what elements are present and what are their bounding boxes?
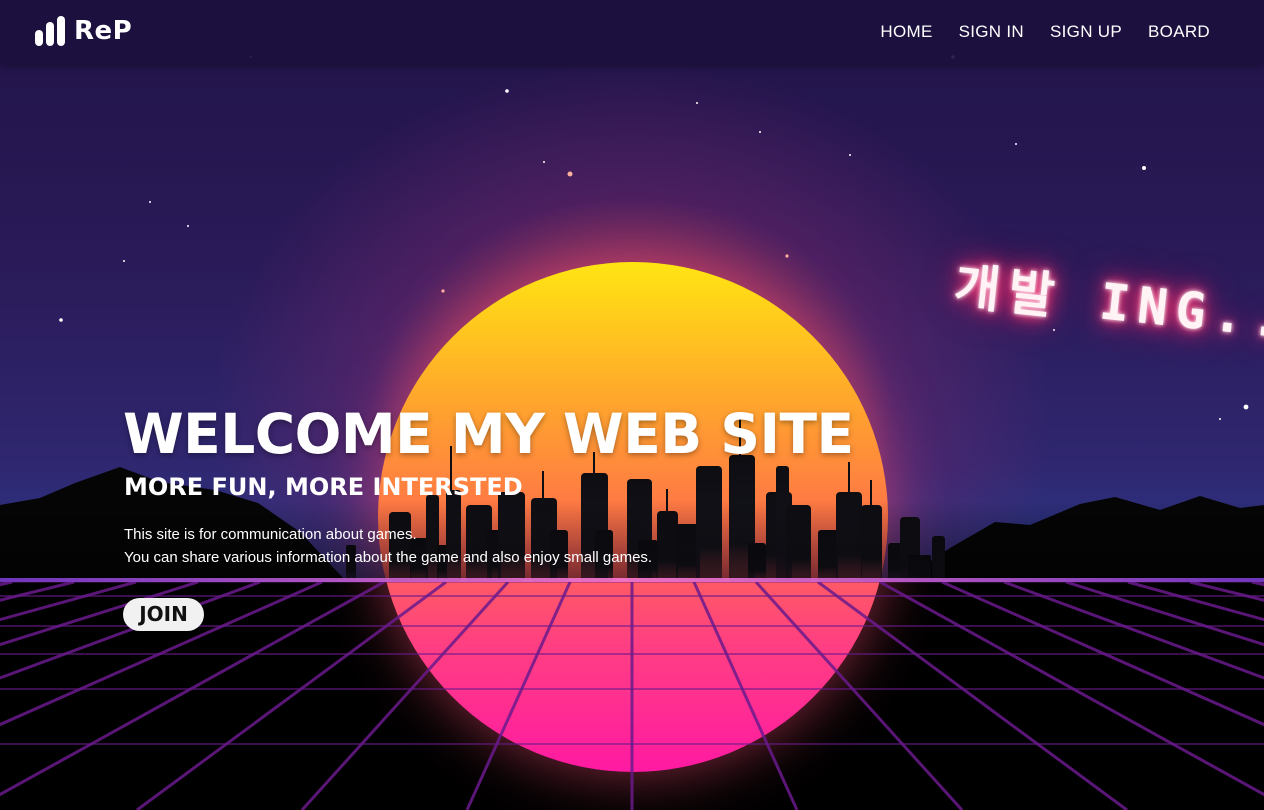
hero-subtitle: MORE FUN, MORE INTERSTED <box>124 473 523 501</box>
nav-board-link[interactable]: BOARD <box>1148 22 1210 42</box>
hero-description-line-1: This site is for communication about gam… <box>124 526 417 543</box>
nav-sign-in-link[interactable]: SIGN IN <box>959 22 1024 42</box>
hero-title: WELCOME MY WEB SITE <box>123 402 854 466</box>
hero-description: This site is for communication about gam… <box>124 523 652 569</box>
site-logo[interactable]: ReP <box>35 14 132 48</box>
nav-sign-up-link[interactable]: SIGN UP <box>1050 22 1122 42</box>
join-button[interactable]: JOIN <box>123 598 204 631</box>
bar-chart-icon <box>35 16 65 46</box>
logo-text: ReP <box>74 16 133 46</box>
hero-description-line-2: You can share various information about … <box>124 549 653 566</box>
main-nav: HOME SIGN IN SIGN UP BOARD <box>880 22 1210 42</box>
top-navigation-bar: ReP HOME SIGN IN SIGN UP BOARD <box>0 0 1264 64</box>
nav-home-link[interactable]: HOME <box>880 22 932 42</box>
